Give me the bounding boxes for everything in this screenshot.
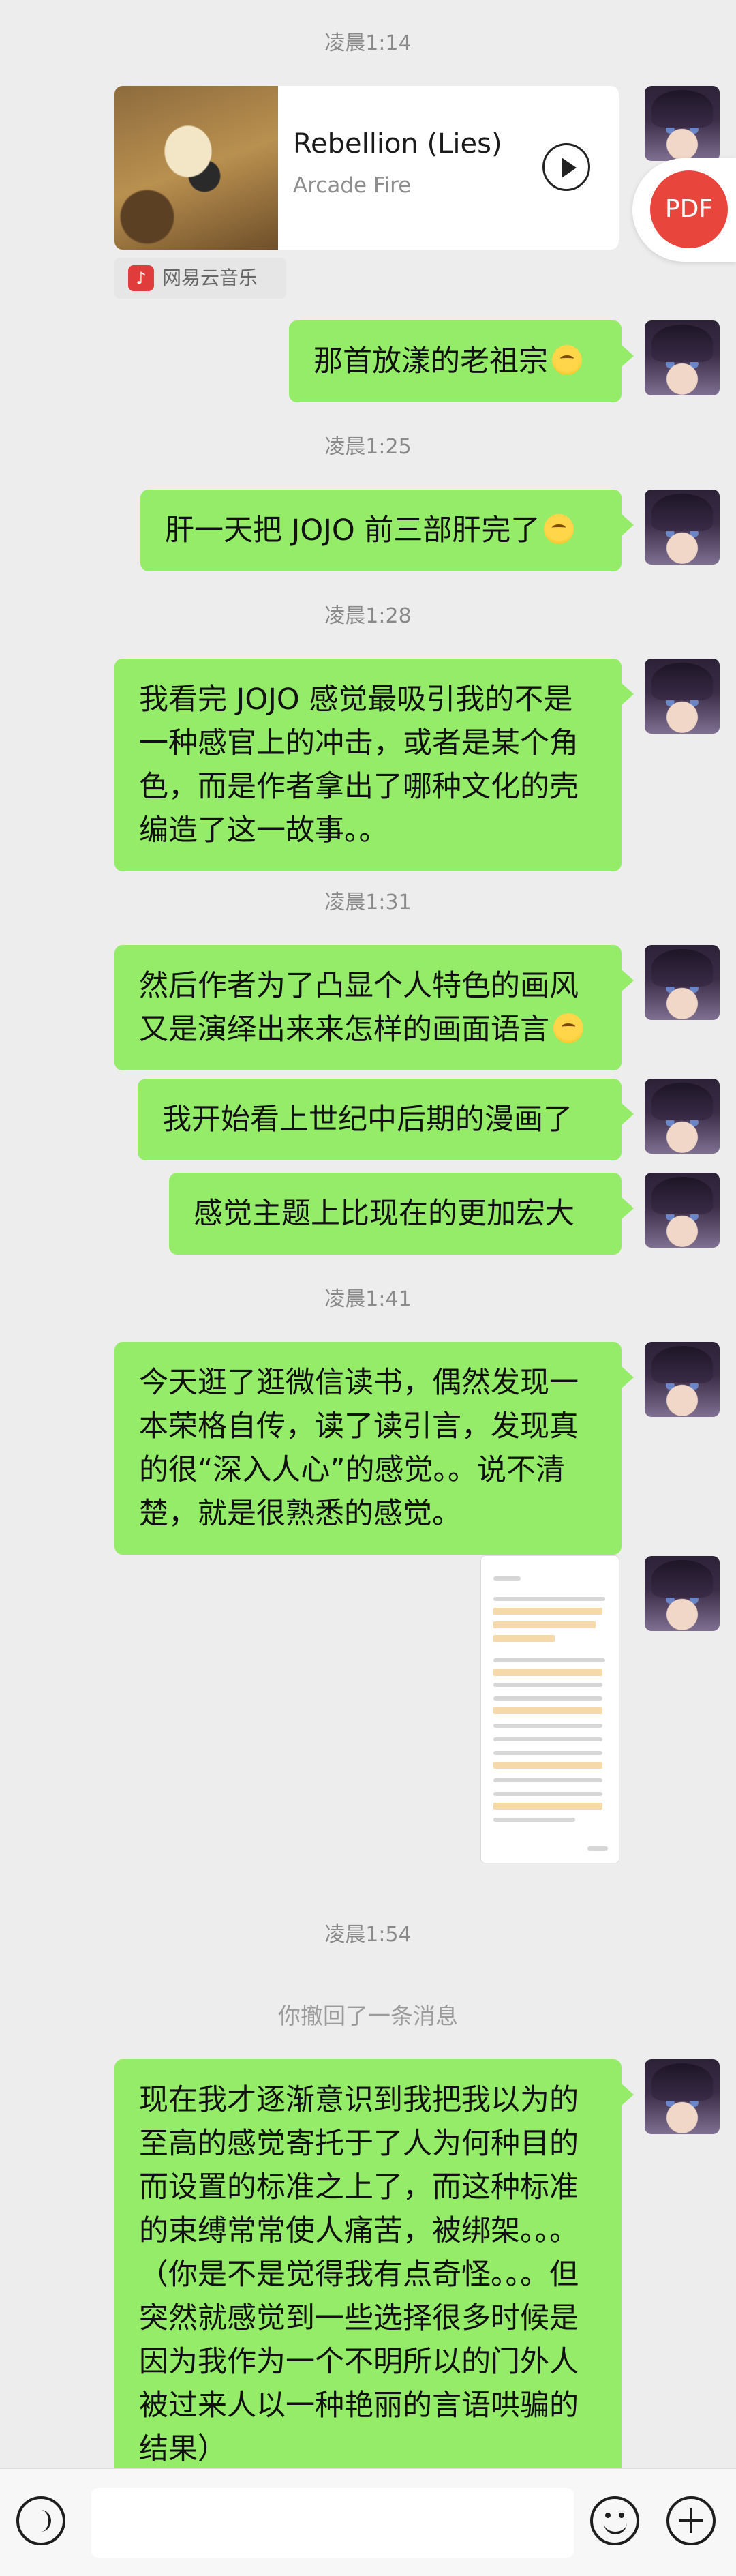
message-text: 我看完 JOJO 感觉最吸引我的不是一种感官上的冲击，或者是某个角色，而是作者拿… bbox=[139, 683, 579, 848]
user-avatar[interactable] bbox=[645, 945, 720, 1020]
plus-icon[interactable] bbox=[666, 2496, 716, 2545]
chat-bubble[interactable]: 我看完 JOJO 感觉最吸引我的不是一种感官上的冲击，或者是某个角色，而是作者拿… bbox=[114, 659, 634, 871]
message-text: 然后作者为了凸显个人特色的画风又是演绎出来来怎样的画面语言 bbox=[139, 969, 579, 1047]
music-source-tag: ♪ 网易云音乐 bbox=[114, 258, 286, 299]
timestamp: 凌晨1:41 bbox=[324, 1287, 412, 1311]
chat-bubble[interactable]: 肝一天把 JOJO 前三部肝完了 bbox=[140, 490, 634, 571]
music-share-card[interactable]: Rebellion (Lies) Arcade Fire bbox=[114, 86, 619, 250]
play-icon[interactable] bbox=[542, 143, 590, 191]
user-avatar[interactable] bbox=[645, 1173, 720, 1248]
timestamp: 凌晨1:28 bbox=[324, 604, 412, 628]
chat-bubble[interactable]: 然后作者为了凸显个人特色的画风又是演绎出来来怎样的画面语言 bbox=[114, 945, 634, 1070]
message-text: 那首放漾的老祖宗 bbox=[313, 344, 548, 378]
user-avatar[interactable] bbox=[645, 1556, 720, 1631]
pdf-button-label: PDF bbox=[650, 170, 728, 248]
album-cover bbox=[114, 86, 278, 250]
song-artist: Arcade Fire bbox=[293, 173, 412, 198]
user-avatar[interactable] bbox=[645, 320, 720, 395]
music-source-label: 网易云音乐 bbox=[162, 267, 258, 289]
timestamp: 凌晨1:31 bbox=[324, 890, 412, 914]
pdf-floating-button[interactable]: PDF bbox=[632, 158, 736, 262]
user-avatar[interactable] bbox=[645, 86, 720, 161]
user-avatar[interactable] bbox=[645, 490, 720, 565]
message-text: 我开始看上世纪中后期的漫画了 bbox=[162, 1103, 572, 1137]
smiling-face-icon bbox=[552, 345, 582, 375]
message-text: 感觉主题上比现在的更加宏大 bbox=[194, 1197, 574, 1231]
message-text: 肝一天把 JOJO 前三部肝完了 bbox=[165, 513, 540, 548]
voice-icon[interactable] bbox=[16, 2496, 65, 2545]
user-avatar[interactable] bbox=[645, 1079, 720, 1154]
song-title: Rebellion (Lies) bbox=[293, 128, 502, 160]
chat-bubble[interactable]: 感觉主题上比现在的更加宏大 bbox=[169, 1173, 634, 1255]
emoji-icon[interactable] bbox=[590, 2496, 639, 2545]
user-avatar[interactable] bbox=[645, 2059, 720, 2134]
timestamp: 凌晨1:14 bbox=[324, 31, 412, 55]
chat-input-bar bbox=[0, 2468, 736, 2576]
chat-bubble[interactable]: 今天逛了逛微信读书，偶然发现一本荣格自传，读了读引言，发现真的很“深入人心”的感… bbox=[114, 1342, 634, 1555]
chat-bubble[interactable]: 现在我才逐渐意识到我把我以为的至高的感觉寄托于了人为何种目的而设置的标准之上了，… bbox=[114, 2059, 634, 2490]
book-page-image[interactable] bbox=[481, 1556, 619, 1863]
user-avatar[interactable] bbox=[645, 659, 720, 734]
message-input[interactable] bbox=[91, 2488, 574, 2558]
halo-face-icon bbox=[544, 514, 574, 544]
timestamp: 凌晨1:54 bbox=[324, 1923, 412, 1947]
recall-notice: 你撤回了一条消息 bbox=[278, 2003, 458, 2029]
user-avatar[interactable] bbox=[645, 1342, 720, 1417]
netease-music-icon: ♪ bbox=[128, 265, 154, 291]
chat-bubble[interactable]: 那首放漾的老祖宗 bbox=[289, 320, 634, 402]
message-text: 今天逛了逛微信读书，偶然发现一本荣格自传，读了读引言，发现真的很“深入人心”的感… bbox=[139, 1366, 579, 1531]
chat-bubble[interactable]: 我开始看上世纪中后期的漫画了 bbox=[138, 1079, 634, 1160]
message-text: 现在我才逐渐意识到我把我以为的至高的感觉寄托于了人为何种目的而设置的标准之上了，… bbox=[139, 2083, 579, 2466]
yum-face-icon bbox=[553, 1013, 583, 1043]
timestamp: 凌晨1:25 bbox=[324, 435, 412, 459]
